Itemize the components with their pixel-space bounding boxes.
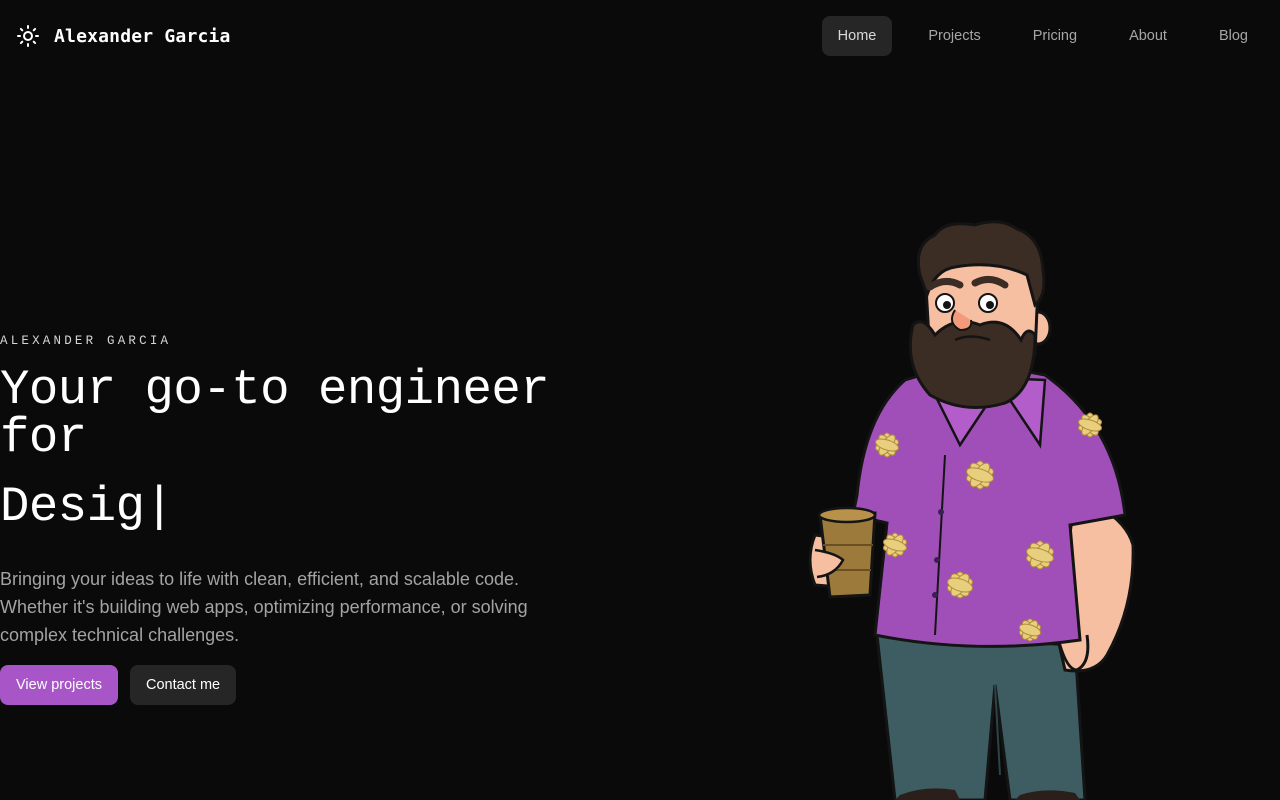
contact-me-button[interactable]: Contact me: [129, 665, 237, 705]
nav-item-about[interactable]: About: [1113, 16, 1183, 56]
nav-item-home[interactable]: Home: [821, 16, 893, 56]
hero-actions: View projects Contact me: [0, 665, 600, 705]
sun-icon[interactable]: [16, 24, 40, 48]
main-nav: Home Projects Pricing About Blog: [821, 16, 1264, 56]
character-illustration: [795, 215, 1155, 800]
page: Alexander Garcia Home Projects Pricing A…: [0, 0, 1280, 800]
typed-text: Desig|: [0, 479, 174, 535]
hero-eyebrow: ALEXANDER GARCIA: [0, 334, 172, 348]
hero-headline: Your go-to engineer for: [0, 362, 550, 466]
hero-description: Bringing your ideas to life with clean, …: [0, 569, 528, 645]
brand-name: Alexander Garcia: [54, 25, 231, 47]
view-projects-button[interactable]: View projects: [0, 665, 118, 705]
bearded-man-illustration: [808, 220, 1135, 800]
hero-section: ALEXANDER GARCIA Your go-to engineer for…: [0, 334, 600, 705]
brand-link[interactable]: Alexander Garcia: [16, 24, 231, 48]
site-header: Alexander Garcia Home Projects Pricing A…: [0, 0, 1280, 72]
nav-item-projects[interactable]: Projects: [912, 16, 996, 56]
nav-item-blog[interactable]: Blog: [1203, 16, 1264, 56]
nav-item-pricing[interactable]: Pricing: [1017, 16, 1093, 56]
